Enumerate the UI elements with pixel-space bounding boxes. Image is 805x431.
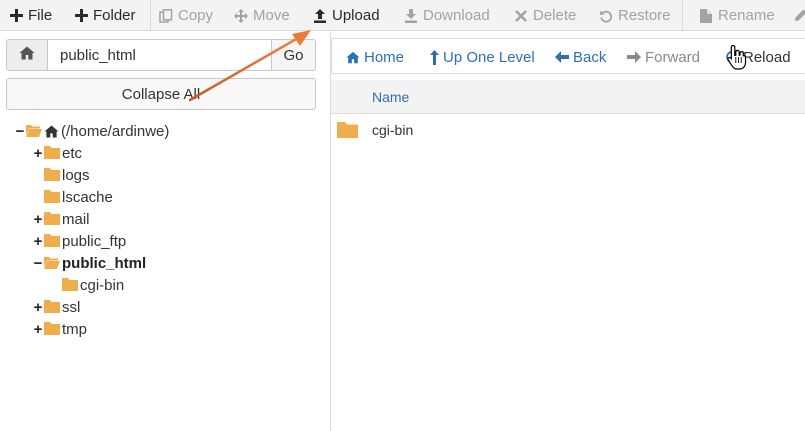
tree-item-logs[interactable]: logs bbox=[32, 165, 90, 185]
tree-item-label: public_html bbox=[62, 254, 147, 272]
delete-button[interactable]: Delete bbox=[513, 0, 576, 31]
folder-label: Folder bbox=[93, 7, 136, 24]
tree-item-etc[interactable]: + etc bbox=[32, 143, 82, 163]
tree-item-label: etc bbox=[62, 144, 83, 162]
home-icon bbox=[19, 46, 35, 65]
move-label: Move bbox=[253, 7, 290, 24]
collapse-toggle-icon[interactable]: − bbox=[32, 255, 44, 272]
file-name: cgi-bin bbox=[372, 122, 414, 138]
column-name-label: Name bbox=[372, 89, 410, 105]
nav-home-label: Home bbox=[364, 48, 405, 66]
upload-icon bbox=[312, 8, 328, 24]
expand-toggle-icon[interactable]: + bbox=[32, 211, 44, 228]
forward-button[interactable]: Forward bbox=[627, 39, 700, 75]
folder-button[interactable]: Folder bbox=[73, 0, 136, 31]
file-button[interactable]: File bbox=[8, 0, 52, 31]
download-button[interactable]: Download bbox=[403, 0, 490, 31]
move-icon bbox=[233, 8, 249, 24]
move-button[interactable]: Move bbox=[233, 0, 290, 31]
copy-icon bbox=[158, 8, 174, 24]
path-home-button[interactable] bbox=[6, 39, 48, 71]
expand-toggle-icon[interactable]: + bbox=[32, 299, 44, 316]
folder-icon bbox=[44, 168, 60, 182]
toolbar: File Folder Copy Move Upload Download De… bbox=[0, 0, 805, 31]
close-icon bbox=[513, 8, 529, 24]
folder-open-icon bbox=[26, 124, 42, 138]
expand-toggle-icon[interactable]: + bbox=[32, 145, 44, 162]
download-label: Download bbox=[423, 7, 490, 24]
upload-button[interactable]: Upload bbox=[312, 0, 380, 31]
folder-icon bbox=[337, 122, 358, 143]
tree-item-label: tmp bbox=[62, 320, 88, 338]
arrow-right-icon bbox=[627, 50, 641, 64]
rename-label: Rename bbox=[718, 7, 775, 24]
tree-root-label: (/home/ardinwe) bbox=[61, 122, 170, 140]
tree-item-label: public_ftp bbox=[62, 232, 127, 250]
hand-cursor-icon bbox=[727, 44, 747, 75]
upload-label: Upload bbox=[332, 7, 380, 24]
expand-toggle-icon[interactable]: + bbox=[32, 233, 44, 250]
file-icon bbox=[698, 8, 714, 24]
tree-item-label: mail bbox=[62, 210, 90, 228]
pencil-icon bbox=[792, 8, 805, 24]
tree-item-label: logs bbox=[62, 166, 90, 184]
forward-label: Forward bbox=[645, 48, 701, 66]
plus-icon bbox=[73, 8, 89, 24]
rename-button[interactable]: Rename bbox=[698, 0, 775, 31]
tree-item-label: cgi-bin bbox=[80, 276, 125, 294]
download-icon bbox=[403, 8, 419, 24]
up-one-level-label: Up One Level bbox=[443, 48, 535, 66]
collapse-toggle-icon[interactable]: − bbox=[14, 123, 26, 140]
back-button[interactable]: Back bbox=[555, 39, 606, 75]
toolbar-divider bbox=[682, 0, 683, 31]
file-label: File bbox=[28, 7, 53, 24]
level-up-icon bbox=[429, 49, 439, 65]
folder-icon bbox=[44, 322, 60, 336]
path-input[interactable] bbox=[47, 39, 272, 71]
collapse-all-label: Collapse All bbox=[121, 85, 201, 103]
home-icon bbox=[346, 50, 360, 64]
tree-item-label: lscache bbox=[62, 188, 113, 206]
up-one-level-button[interactable]: Up One Level bbox=[429, 39, 535, 75]
go-label: Go bbox=[283, 46, 304, 64]
tree-item-mail[interactable]: + mail bbox=[32, 209, 90, 229]
tree-item-ssl[interactable]: + ssl bbox=[32, 297, 81, 317]
plus-icon bbox=[8, 8, 24, 24]
folder-icon bbox=[62, 278, 78, 292]
folder-icon bbox=[44, 300, 60, 314]
tree-root[interactable]: − (/home/ardinwe) bbox=[14, 121, 170, 141]
toolbar-divider bbox=[150, 0, 151, 31]
file-row[interactable]: cgi-bin bbox=[331, 116, 805, 144]
tree-item-label: ssl bbox=[62, 298, 81, 316]
go-button[interactable]: Go bbox=[271, 39, 316, 71]
nav-home-button[interactable]: Home bbox=[346, 39, 404, 75]
file-list-header: Name bbox=[331, 80, 805, 114]
edit-button[interactable] bbox=[792, 0, 805, 31]
home-icon bbox=[44, 124, 59, 138]
column-name-header[interactable]: Name bbox=[372, 80, 409, 114]
folder-icon bbox=[44, 234, 60, 248]
tree-item-public-ftp[interactable]: + public_ftp bbox=[32, 231, 127, 251]
folder-icon bbox=[44, 190, 60, 204]
tree-item-lscache[interactable]: lscache bbox=[32, 187, 113, 207]
restore-button[interactable]: Restore bbox=[598, 0, 671, 31]
expand-toggle-icon[interactable]: + bbox=[32, 321, 44, 338]
folder-icon bbox=[44, 212, 60, 226]
copy-button[interactable]: Copy bbox=[158, 0, 213, 31]
back-label: Back bbox=[573, 48, 607, 66]
restore-label: Restore bbox=[618, 7, 671, 24]
arrow-left-icon bbox=[555, 50, 569, 64]
folder-open-icon bbox=[44, 256, 60, 270]
reload-label: Reload bbox=[743, 48, 791, 66]
tree-item-tmp[interactable]: + tmp bbox=[32, 319, 87, 339]
restore-icon bbox=[598, 8, 614, 24]
folder-icon bbox=[44, 146, 60, 160]
tree-item-cgi-bin[interactable]: cgi-bin bbox=[50, 275, 124, 295]
tree-item-public-html[interactable]: − public_html bbox=[32, 253, 147, 273]
copy-label: Copy bbox=[178, 7, 214, 24]
collapse-all-button[interactable]: Collapse All bbox=[6, 78, 316, 110]
delete-label: Delete bbox=[533, 7, 577, 24]
